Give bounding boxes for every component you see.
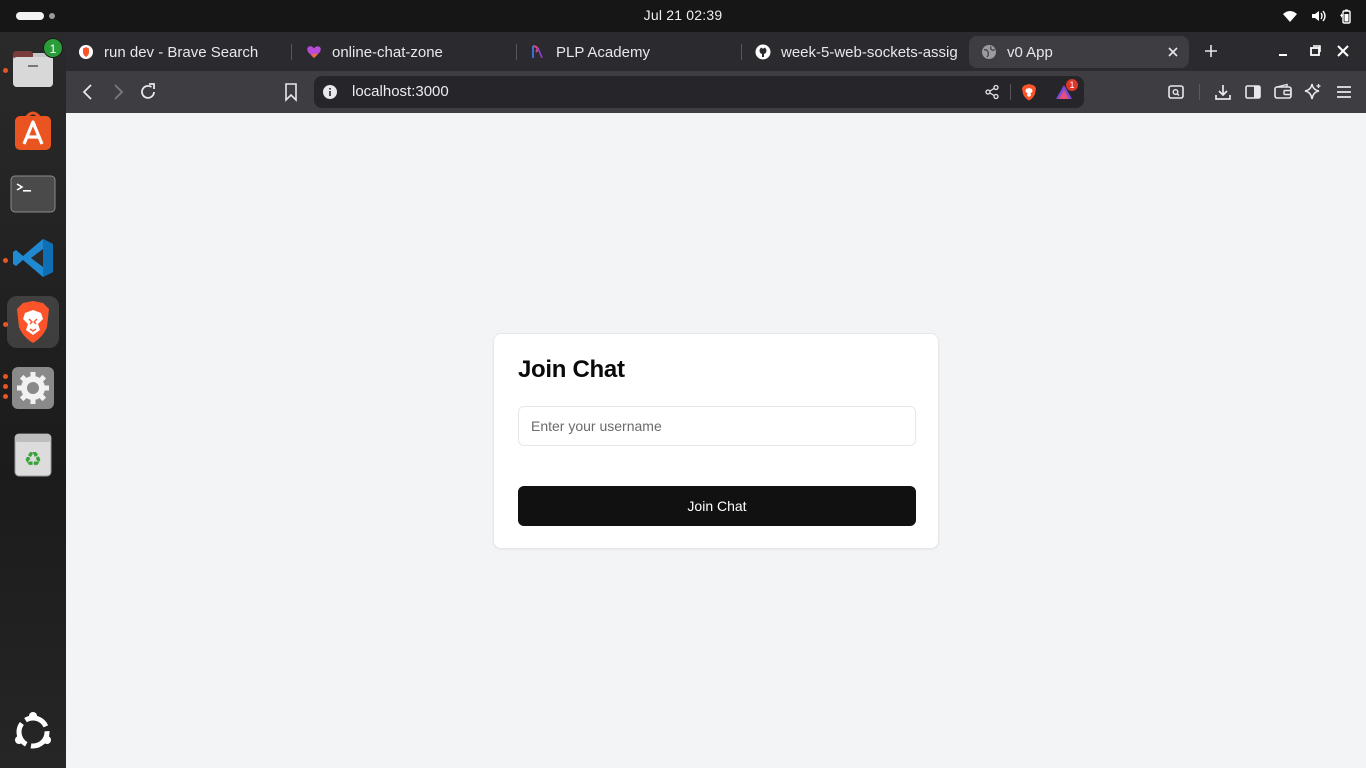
- share-icon[interactable]: [984, 84, 1000, 100]
- address-bar[interactable]: localhost:3000 1: [314, 76, 1084, 108]
- join-chat-button[interactable]: Join Chat: [518, 486, 916, 526]
- forward-arrow-icon[interactable]: [106, 80, 130, 104]
- tab-separator: [516, 44, 517, 60]
- settings-gear-icon[interactable]: [7, 362, 59, 414]
- urlbar-divider: [1010, 84, 1011, 100]
- bookmark-icon[interactable]: [279, 80, 303, 104]
- browser-tab-strip: run dev - Brave Search online-chat-zone …: [66, 32, 1366, 71]
- tab-plp-academy[interactable]: PLP Academy: [518, 36, 738, 68]
- join-chat-card: Join Chat Join Chat: [493, 333, 939, 549]
- url-text[interactable]: localhost:3000: [352, 76, 449, 108]
- toolbar-divider: [1199, 84, 1200, 100]
- brave-rewards-icon[interactable]: 1: [1054, 79, 1078, 101]
- wifi-icon[interactable]: [1282, 8, 1298, 24]
- brave-shields-icon[interactable]: [1020, 83, 1038, 101]
- plp-icon: [530, 44, 546, 60]
- leo-ai-sparkle-icon[interactable]: [1301, 80, 1325, 104]
- tab-week-5-web-sockets[interactable]: week-5-web-sockets-assig: [743, 36, 957, 68]
- volume-icon[interactable]: [1310, 8, 1326, 24]
- globe-icon: [981, 44, 997, 60]
- tab-title: PLP Academy: [556, 43, 650, 61]
- wallet-icon[interactable]: [1271, 80, 1295, 104]
- back-arrow-icon[interactable]: [76, 80, 100, 104]
- brave-search-icon: [78, 44, 94, 60]
- show-apps-icon[interactable]: [7, 706, 59, 758]
- files-notification-badge: 1: [43, 38, 63, 58]
- github-icon: [755, 44, 771, 60]
- terminal-icon[interactable]: [7, 168, 59, 220]
- tab-title: online-chat-zone: [332, 43, 443, 61]
- web-page-content: Join Chat Join Chat: [66, 113, 1366, 768]
- tab-title: v0 App: [1007, 43, 1053, 61]
- sidebar-toggle-icon[interactable]: [1241, 80, 1265, 104]
- heart-app-icon: [306, 44, 322, 60]
- tab-title: run dev - Brave Search: [104, 43, 259, 61]
- card-title: Join Chat: [518, 356, 625, 383]
- reload-icon[interactable]: [136, 80, 160, 104]
- brave-browser-icon[interactable]: [7, 296, 59, 348]
- downloads-icon[interactable]: [1211, 80, 1235, 104]
- tab-separator: [291, 44, 292, 60]
- site-info-icon[interactable]: [322, 84, 338, 100]
- tab-v0-app[interactable]: v0 App: [969, 36, 1189, 68]
- close-window-icon[interactable]: [1334, 42, 1352, 60]
- minimize-window-icon[interactable]: [1274, 42, 1292, 60]
- trash-icon[interactable]: ♻: [7, 428, 59, 480]
- tab-search-icon[interactable]: [1164, 80, 1188, 104]
- close-tab-icon[interactable]: [1165, 44, 1181, 60]
- svg-text:♻: ♻: [24, 447, 42, 471]
- new-tab-plus-icon[interactable]: [1202, 42, 1220, 60]
- maximize-window-icon[interactable]: [1306, 42, 1324, 60]
- system-clock[interactable]: Jul 21 02:39: [0, 0, 1366, 32]
- tab-title: week-5-web-sockets-assig: [781, 43, 957, 61]
- browser-toolbar: localhost:3000 1: [66, 71, 1366, 113]
- hamburger-menu-icon[interactable]: [1332, 80, 1356, 104]
- battery-icon[interactable]: [1338, 8, 1354, 24]
- ubuntu-dock: 1 ♻: [0, 32, 66, 768]
- vscode-icon[interactable]: [7, 232, 59, 284]
- app-center-icon[interactable]: [7, 104, 59, 156]
- username-input[interactable]: [518, 406, 916, 446]
- rewards-badge: 1: [1066, 79, 1078, 91]
- tab-brave-search[interactable]: run dev - Brave Search: [66, 36, 286, 68]
- tab-online-chat-zone[interactable]: online-chat-zone: [294, 36, 514, 68]
- system-tray[interactable]: [1282, 6, 1354, 26]
- tab-separator: [741, 44, 742, 60]
- files-app-icon[interactable]: 1: [7, 38, 63, 94]
- system-top-bar: Jul 21 02:39: [0, 0, 1366, 32]
